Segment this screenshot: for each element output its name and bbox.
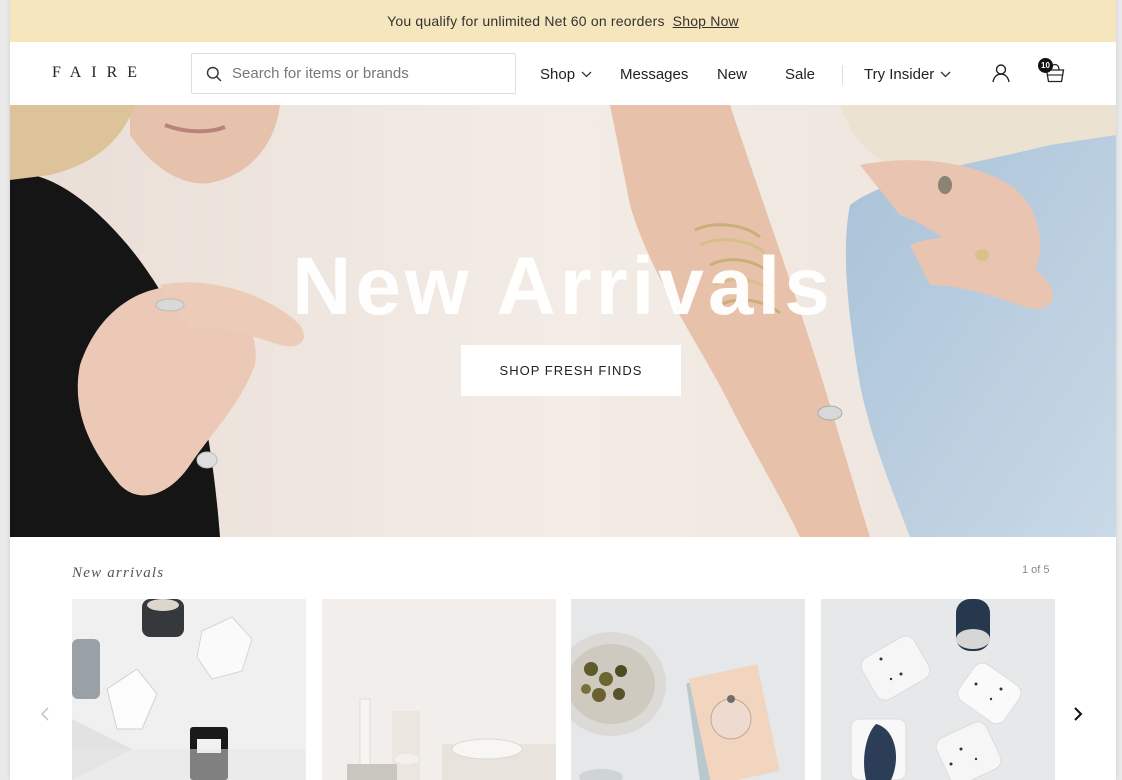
nav-divider <box>842 65 843 85</box>
carousel-prev-icon[interactable] <box>40 706 50 722</box>
promo-text: You qualify for unlimited Net 60 on reor… <box>387 13 665 29</box>
carousel-next-icon[interactable] <box>1073 706 1083 722</box>
product-card-speckled-cups[interactable] <box>821 599 1055 780</box>
search-input[interactable] <box>232 65 502 82</box>
nav-sale[interactable]: Sale <box>785 66 815 83</box>
hero-banner[interactable]: New Arrivals SHOP FRESH FINDS <box>10 105 1116 537</box>
nav-insider-label: Try Insider <box>864 66 935 83</box>
promo-banner: You qualify for unlimited Net 60 on reor… <box>10 0 1116 42</box>
product-card-candles[interactable] <box>72 599 306 780</box>
product-image <box>322 599 556 780</box>
nav-new-label: New <box>717 66 748 83</box>
account-icon[interactable] <box>991 63 1011 83</box>
new-arrivals-heading: New arrivals <box>72 565 165 581</box>
nav-messages-label: Messages <box>620 66 689 83</box>
nav-messages[interactable]: Messages <box>620 66 688 83</box>
nav-try-insider[interactable]: Try Insider <box>864 66 951 83</box>
hero-title: New Arrivals <box>292 241 834 332</box>
search-icon <box>206 66 222 81</box>
page-frame: You qualify for unlimited Net 60 on reor… <box>10 0 1116 780</box>
carousel-pager: 1 of 5 <box>1022 564 1050 576</box>
cart-count-badge: 10 <box>1038 58 1053 73</box>
product-image <box>571 599 805 780</box>
product-card-candle-holders[interactable] <box>322 599 556 780</box>
faire-logo[interactable]: FAIRE <box>52 64 147 82</box>
search-box[interactable] <box>191 53 516 94</box>
nav-shop-label: Shop <box>540 66 576 83</box>
chevron-down-icon <box>581 71 592 78</box>
nav-new[interactable]: New <box>717 66 747 83</box>
shop-fresh-finds-button[interactable]: SHOP FRESH FINDS <box>461 345 681 396</box>
chevron-down-icon <box>940 71 951 78</box>
shop-now-link[interactable]: Shop Now <box>673 13 739 29</box>
product-image <box>72 599 306 780</box>
nav-sale-label: Sale <box>785 66 816 83</box>
site-header: FAIRE Shop Messages New Sale Try Insider <box>10 42 1116 105</box>
product-image <box>821 599 1055 780</box>
nav-shop[interactable]: Shop <box>540 66 592 83</box>
product-card-capers[interactable] <box>571 599 805 780</box>
